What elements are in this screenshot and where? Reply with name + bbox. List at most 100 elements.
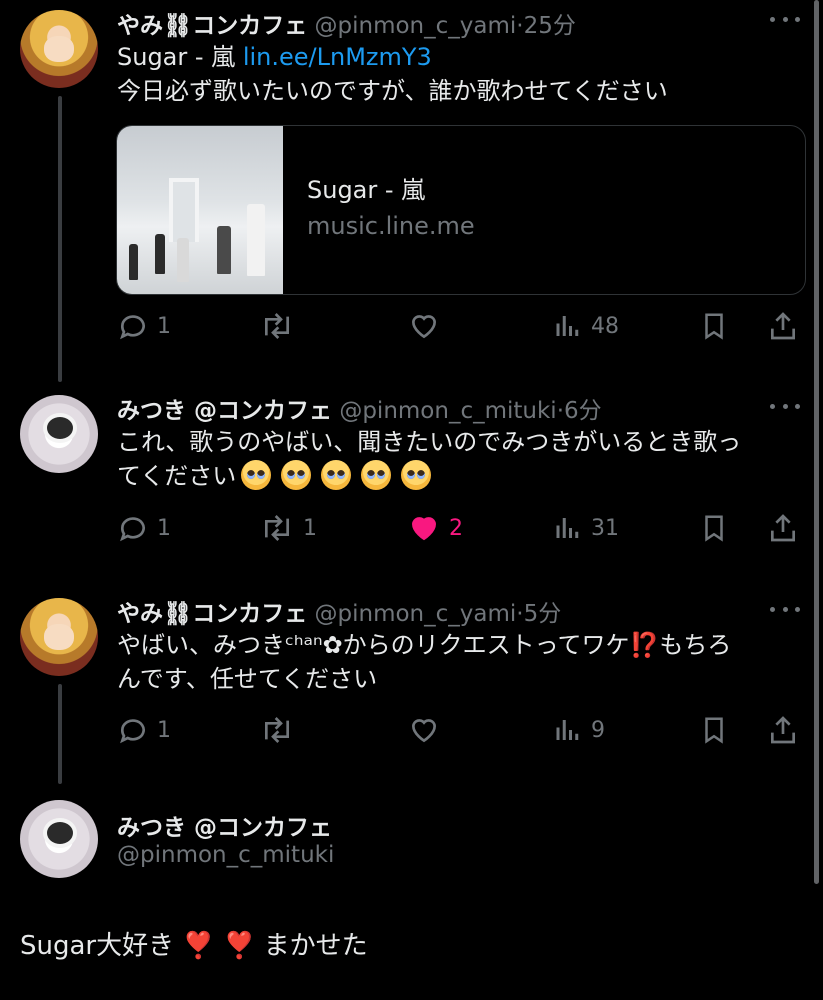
like-button[interactable]: 2 (407, 510, 463, 546)
views-icon (556, 316, 579, 336)
tweet-text-line1: やばい、みつきᶜʰᵃⁿ✿からのリクエストってワケ⁉️もちろ (117, 631, 732, 659)
views-icon (556, 720, 579, 740)
more-icon[interactable] (770, 14, 800, 24)
more-icon[interactable] (770, 604, 800, 614)
more-icon[interactable] (770, 401, 800, 411)
views-count: 9 (591, 717, 605, 743)
handle[interactable]: @pinmon_c_yami (315, 601, 517, 627)
like-button[interactable] (407, 308, 449, 344)
reply-icon (120, 517, 145, 542)
retweet-icon (265, 515, 289, 541)
avatar[interactable] (20, 10, 98, 88)
share-button[interactable] (767, 308, 799, 344)
pleading-face-emoji (401, 460, 432, 490)
display-name[interactable]: やみ⛓コンカフェ (117, 601, 307, 627)
tweet-text: これ、歌うのやばい、聞きたいのでみつきがいるとき歌っ てください (117, 425, 797, 493)
retweet-button[interactable] (259, 712, 303, 748)
views-button[interactable]: 31 (553, 510, 619, 546)
pleading-face-emoji (361, 460, 392, 490)
views-button[interactable]: 48 (553, 308, 619, 344)
separator: · (516, 601, 524, 627)
card-image (117, 126, 283, 294)
composer-handle-row: @pinmon_c_mituki (117, 842, 334, 868)
share-button[interactable] (767, 712, 799, 748)
retweet-icon (265, 313, 289, 339)
retweet-icon (265, 717, 289, 743)
handle: @pinmon_c_mituki (117, 842, 335, 868)
reply-button[interactable]: 1 (117, 308, 171, 344)
pleading-face-emoji (241, 460, 272, 490)
tweet-text-line1: これ、歌うのやばい、聞きたいのでみつきがいるとき歌っ (117, 428, 742, 456)
share-button[interactable] (767, 510, 799, 546)
display-name[interactable]: やみ⛓コンカフェ (117, 13, 307, 39)
reply-count: 1 (157, 717, 171, 743)
timestamp[interactable]: 6分 (564, 398, 602, 424)
card-title: Sugar - 嵐 (307, 176, 426, 204)
reply-icon (120, 719, 145, 744)
scrollbar[interactable] (814, 0, 819, 884)
bookmark-button[interactable] (699, 712, 729, 748)
like-icon (411, 719, 437, 743)
bookmark-button[interactable] (699, 308, 729, 344)
like-icon (411, 315, 437, 339)
like-count: 2 (449, 515, 463, 541)
retweet-button[interactable]: 1 (259, 510, 317, 546)
action-bar: 1 9 (117, 712, 807, 748)
tweet-text-line2: んです、任せてください (117, 665, 378, 693)
pleading-face-emoji (281, 460, 312, 490)
tweet-text-line2: てください (117, 462, 237, 490)
card-domain: music.line.me (307, 212, 475, 240)
display-name: みつき @コンカフェ (117, 815, 333, 841)
bookmark-button[interactable] (699, 510, 729, 546)
views-count: 48 (591, 313, 619, 339)
tweet-1[interactable]: やみ⛓コンカフェ @pinmon_c_yami·25分 Sugar - 嵐 li… (0, 0, 823, 382)
pleading-face-emoji (321, 460, 352, 490)
bookmark-icon (705, 717, 723, 744)
reply-text-input[interactable]: Sugar大好き ❣️ ❣️ まかせた (20, 925, 368, 962)
retweet-count: 1 (303, 515, 317, 541)
timestamp[interactable]: 25分 (524, 13, 576, 39)
action-bar: 1 48 (117, 308, 807, 344)
composer-header: みつき @コンカフェ (117, 808, 332, 842)
like-icon (411, 517, 437, 541)
avatar[interactable] (20, 800, 98, 878)
tweet-header: やみ⛓コンカフェ @pinmon_c_yami·25分 (117, 6, 576, 40)
separator: · (516, 13, 524, 39)
tweet-text-line2: 今日必ず歌いたいのですが、誰か歌わせてください (117, 77, 668, 105)
handle[interactable]: @pinmon_c_yami (315, 13, 517, 39)
reply-count: 1 (157, 515, 171, 541)
thread-line (58, 684, 62, 784)
reply-button[interactable]: 1 (117, 510, 171, 546)
tweet-link[interactable]: lin.ee/LnMzmY3 (243, 43, 432, 71)
timestamp[interactable]: 5分 (524, 601, 562, 627)
reply-icon (120, 315, 145, 340)
share-icon (771, 514, 795, 542)
link-card[interactable]: Sugar - 嵐 music.line.me (116, 125, 806, 295)
share-icon (771, 312, 795, 340)
display-name[interactable]: みつき @コンカフェ (117, 398, 332, 424)
tweet-2[interactable]: みつき @コンカフェ @pinmon_c_mituki·6分 これ、歌うのやばい… (0, 385, 823, 585)
thread-line (58, 96, 62, 382)
views-button[interactable]: 9 (553, 712, 605, 748)
views-icon (556, 518, 579, 538)
tweet-text: やばい、みつきᶜʰᵃⁿ✿からのリクエストってワケ⁉️もちろ んです、任せてくださ… (117, 628, 797, 696)
retweet-button[interactable] (259, 308, 303, 344)
handle[interactable]: @pinmon_c_mituki (339, 398, 556, 424)
views-count: 31 (591, 515, 619, 541)
avatar[interactable] (20, 395, 98, 473)
tweet-header: やみ⛓コンカフェ @pinmon_c_yami·5分 (117, 594, 561, 628)
avatar[interactable] (20, 598, 98, 676)
bookmark-icon (705, 313, 723, 340)
action-bar: 1 1 2 31 (117, 510, 807, 546)
reply-count: 1 (157, 313, 171, 339)
reply-button[interactable]: 1 (117, 712, 171, 748)
reply-composer[interactable]: みつき @コンカフェ @pinmon_c_mituki (0, 790, 823, 1000)
tweet-text-prefix: Sugar - 嵐 (117, 43, 243, 71)
tweet-text: Sugar - 嵐 lin.ee/LnMzmY3 今日必ず歌いたいのですが、誰か… (117, 40, 797, 108)
tweet-3[interactable]: やみ⛓コンカフェ @pinmon_c_yami·5分 やばい、みつきᶜʰᵃⁿ✿か… (0, 588, 823, 788)
separator: · (556, 398, 565, 424)
share-icon (771, 716, 795, 744)
bookmark-icon (705, 515, 723, 542)
like-button[interactable] (407, 712, 449, 748)
tweet-header: みつき @コンカフェ @pinmon_c_mituki·6分 (117, 391, 602, 425)
